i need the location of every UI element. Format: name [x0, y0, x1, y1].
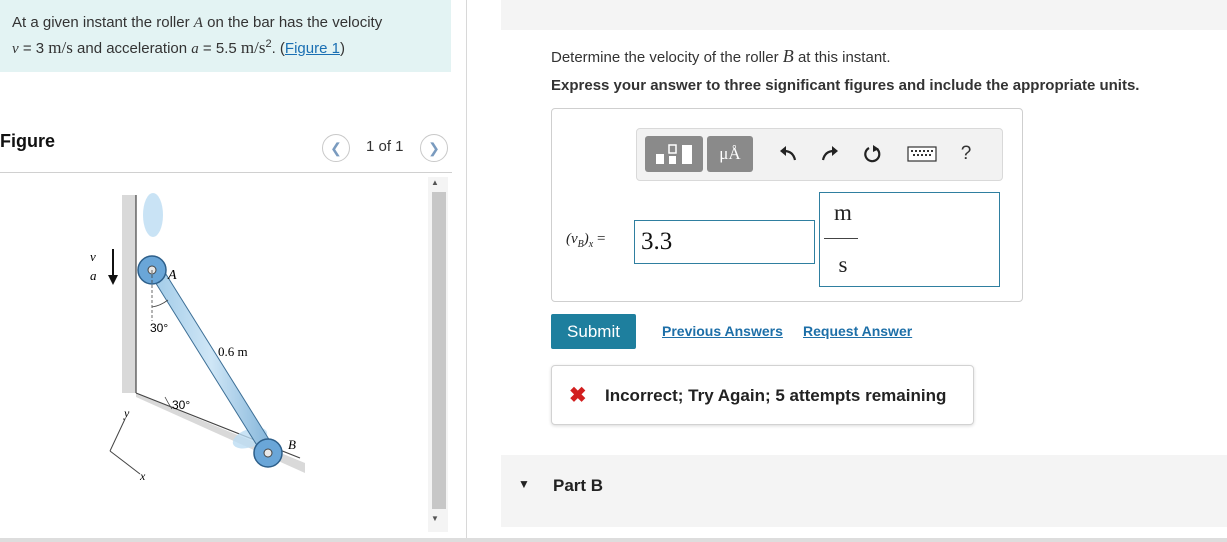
top-band	[501, 0, 1227, 30]
question-text-part: Determine the velocity of the roller	[551, 49, 783, 66]
roller-b-symbol: B	[782, 46, 794, 66]
undo-icon	[780, 146, 797, 161]
vertical-wall	[122, 195, 136, 393]
submit-button[interactable]: Submit	[551, 314, 636, 349]
caret-down-icon[interactable]: ▼	[518, 477, 530, 491]
chevron-right-icon: ❯	[428, 139, 440, 156]
unit-numerator: m	[834, 200, 852, 225]
angle-top-label: 30°	[150, 321, 168, 335]
roller-b-pin	[263, 448, 273, 458]
error-x-icon: ✖	[569, 384, 587, 407]
acceleration-value: = 5.5	[198, 40, 241, 57]
problem-text-part: on the bar has the velocity	[202, 14, 383, 31]
help-icon: ?	[960, 143, 972, 164]
figure-diagram: v a A B 30° 30° 0.6 m y x	[90, 193, 305, 483]
roller-a-symbol: A	[193, 15, 203, 31]
answer-value-input[interactable]	[634, 220, 815, 264]
scroll-up-icon[interactable]: ▲	[431, 178, 439, 187]
redo-button[interactable]	[817, 141, 843, 167]
point-a-label: A	[167, 268, 177, 283]
problem-text-part: . (	[271, 40, 285, 57]
motion-blur-a	[143, 193, 163, 237]
undo-button[interactable]	[775, 141, 801, 167]
problem-statement: At a given instant the roller A on the b…	[12, 12, 444, 60]
keyboard-button[interactable]	[907, 143, 937, 165]
units-icon: μÅ	[719, 144, 741, 163]
figure-link[interactable]: Figure 1	[285, 40, 340, 57]
velocity-value: = 3	[18, 40, 49, 57]
question-text-part: at this instant.	[793, 49, 891, 66]
previous-answers-link[interactable]: Previous Answers	[662, 323, 783, 339]
part-b-title[interactable]: Part B	[553, 476, 603, 496]
figure-next-button[interactable]: ❯	[420, 134, 448, 162]
figure-title: Figure	[0, 131, 56, 151]
angle-arc-top	[151, 299, 169, 308]
pane-divider	[466, 0, 467, 542]
v-label: v	[90, 249, 96, 264]
question-text: Determine the velocity of the roller B a…	[551, 46, 891, 67]
redo-icon	[821, 146, 838, 161]
reset-button[interactable]	[859, 141, 885, 167]
part-b-header[interactable]	[501, 455, 1227, 527]
feedback-message: Incorrect; Try Again; 5 attempts remaini…	[605, 386, 947, 405]
acceleration-unit: m/s	[240, 38, 266, 57]
reset-icon	[864, 145, 881, 163]
units-button[interactable]: μÅ	[707, 136, 753, 172]
chevron-left-icon: ❮	[330, 139, 342, 156]
problem-text-part: At a given instant the roller	[12, 14, 194, 31]
angle-bottom-label: 30°	[172, 398, 190, 412]
axis-y-label: y	[123, 406, 130, 420]
point-b-label: B	[288, 437, 296, 452]
acceleration-symbol: a	[191, 41, 199, 57]
answer-instruction: Express your answer to three significant…	[551, 77, 1140, 94]
templates-button[interactable]	[645, 136, 703, 172]
velocity-unit: m/s	[48, 38, 73, 57]
problem-text-part: and acceleration	[72, 40, 192, 57]
fraction-bar	[824, 238, 858, 239]
math-toolbar: μÅ ?	[636, 128, 1003, 181]
figure-prev-button[interactable]: ❮	[322, 134, 350, 162]
bottom-border	[0, 538, 1227, 542]
equals-sign: =	[593, 231, 606, 247]
help-button[interactable]: ?	[953, 139, 979, 169]
unit-denominator: s	[838, 252, 848, 277]
request-answer-link[interactable]: Request Answer	[803, 323, 912, 339]
x-axis	[109, 450, 141, 475]
var-label-part: (v	[566, 231, 578, 247]
axis-x-label: x	[139, 469, 146, 483]
templates-icon	[656, 144, 692, 164]
scroll-down-icon[interactable]: ▼	[431, 514, 439, 523]
arrowhead-icon	[108, 275, 118, 285]
velocity-symbol: v	[12, 41, 19, 57]
scrollbar-thumb[interactable]	[432, 192, 446, 509]
figure-counter: 1 of 1	[366, 138, 404, 155]
problem-text-part: )	[339, 40, 345, 57]
y-axis	[109, 418, 126, 452]
a-label: a	[90, 268, 97, 283]
answer-variable-label: (vB)x =	[566, 231, 605, 250]
length-label: 0.6 m	[218, 344, 248, 359]
keyboard-icon	[907, 146, 937, 162]
